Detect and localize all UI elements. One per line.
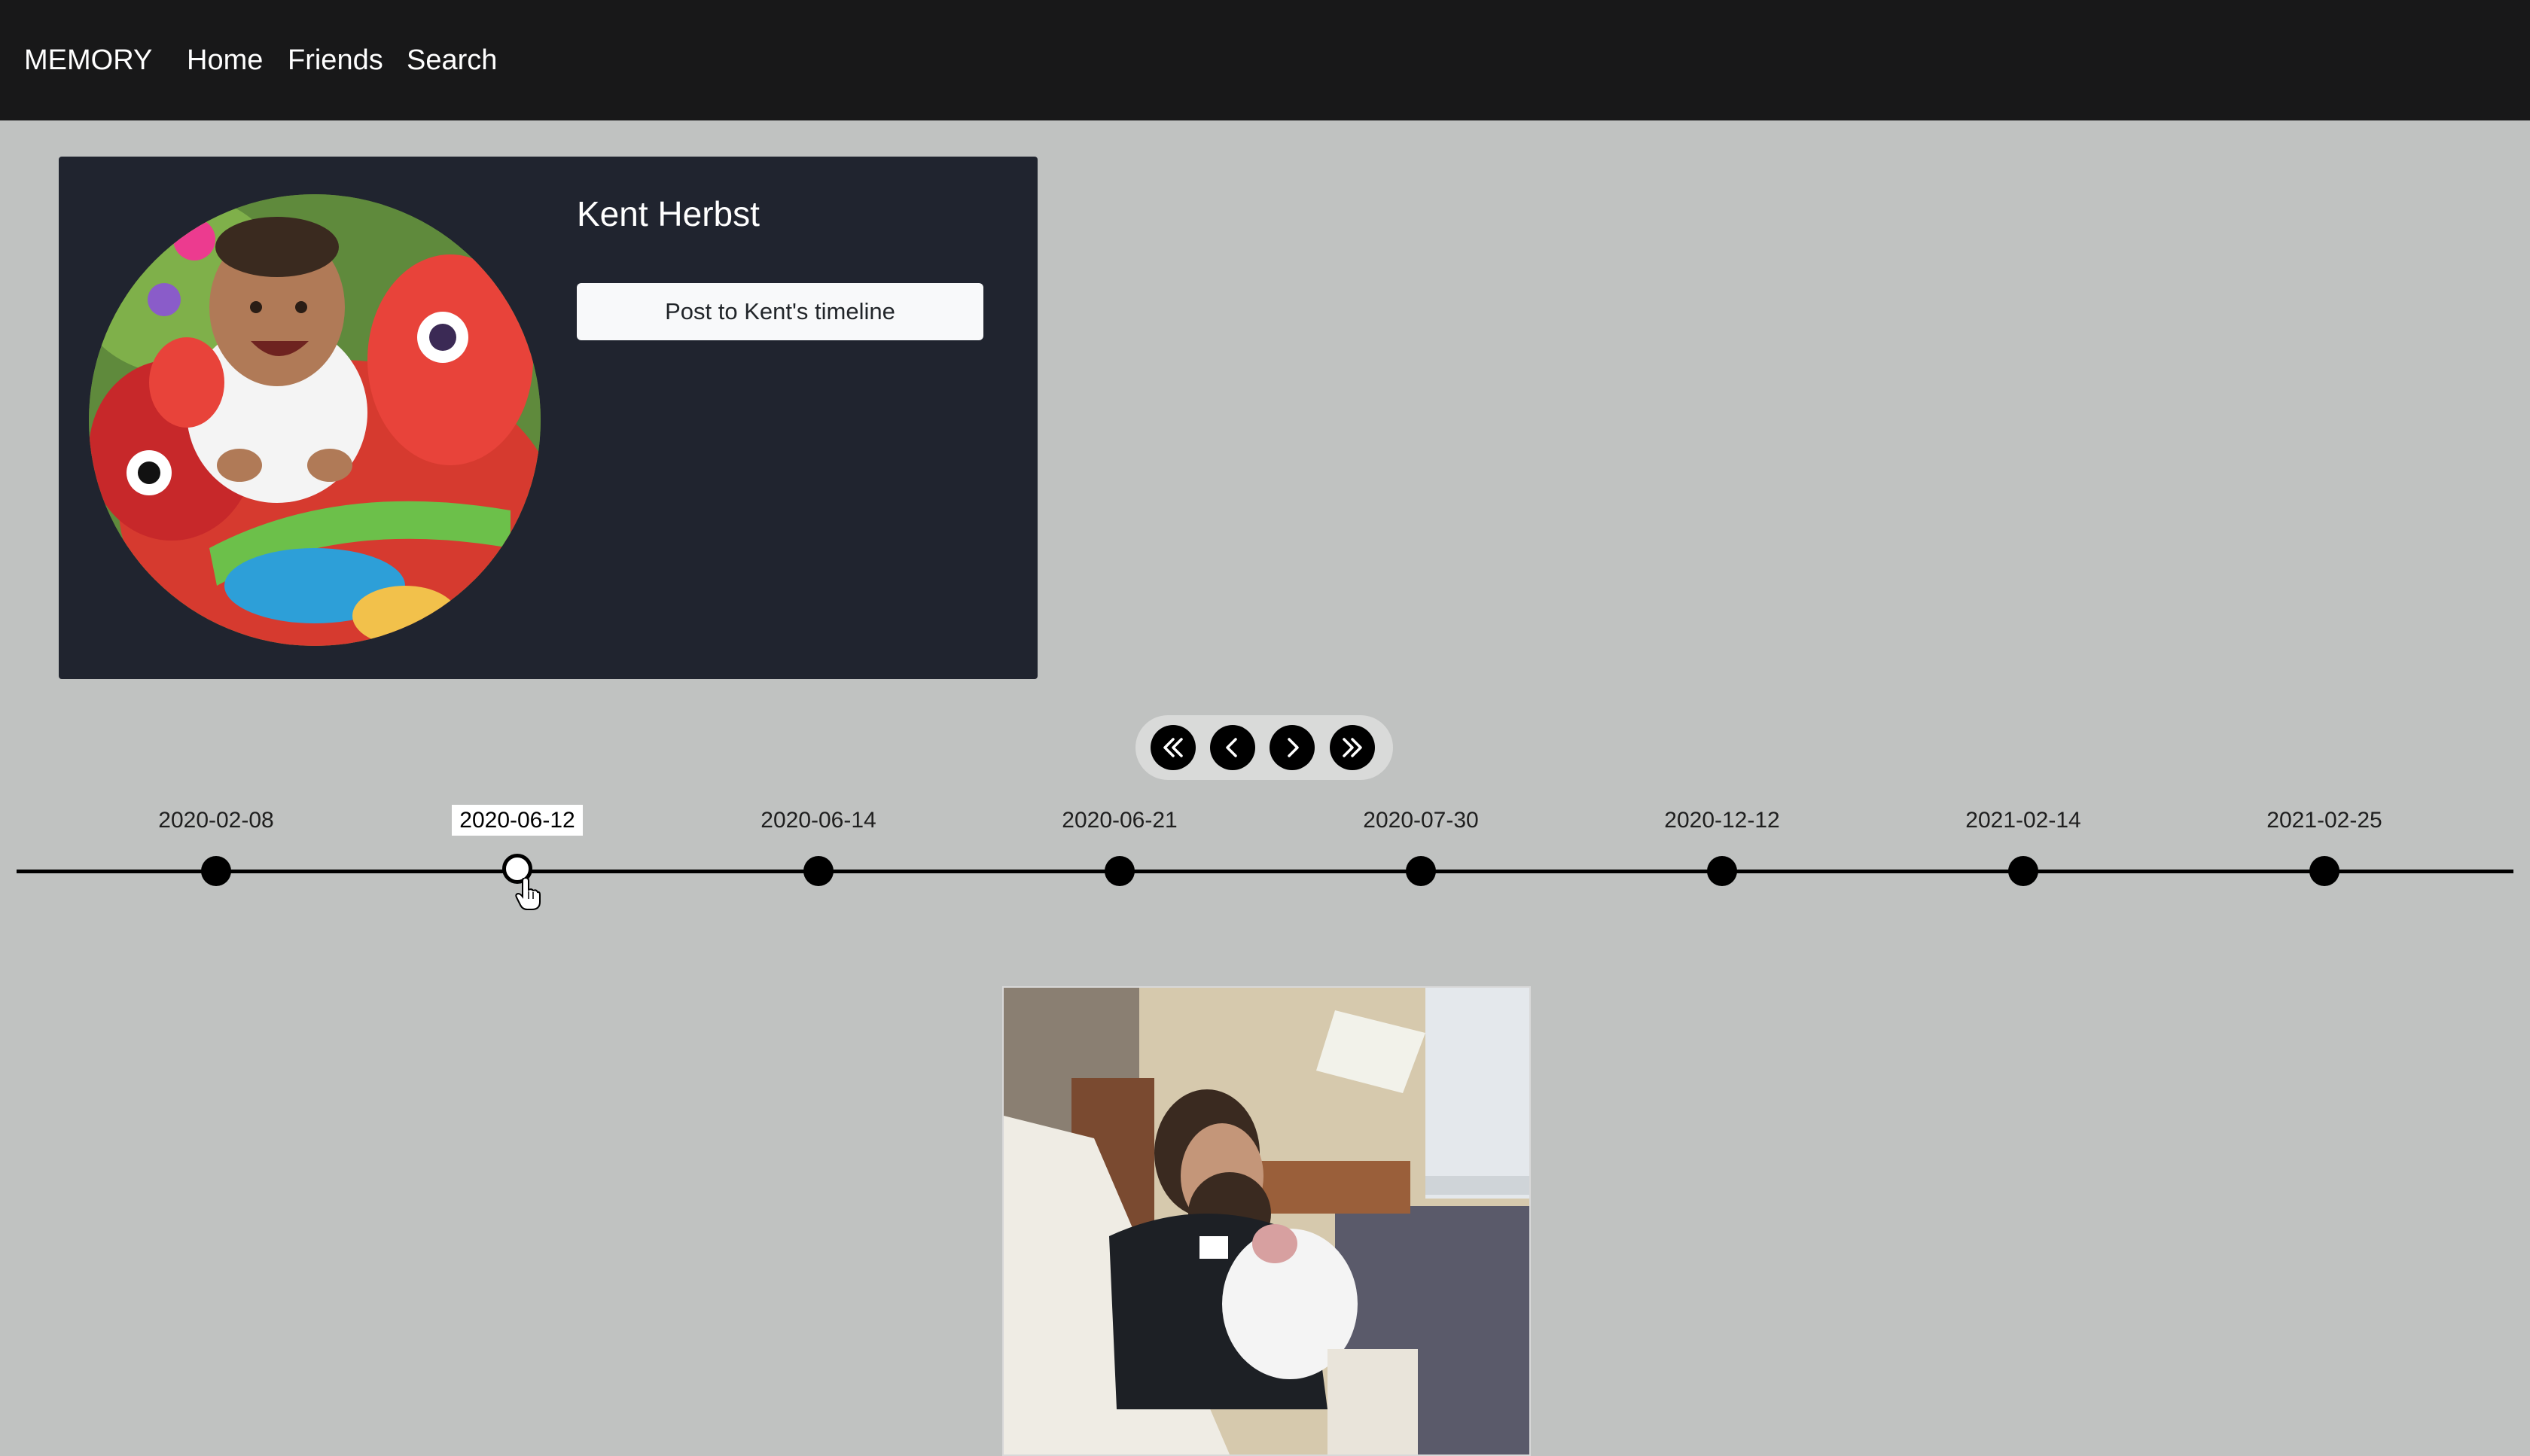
timeline-controls [1135, 715, 1393, 780]
timeline-date-label[interactable]: 2020-12-12 [1647, 803, 1797, 839]
nav-link-friends[interactable]: Friends [288, 41, 383, 79]
timeline-date-label[interactable]: 2021-02-25 [2249, 803, 2400, 839]
brand-logo[interactable]: MEMORY [24, 41, 152, 79]
timeline-dot[interactable] [1707, 856, 1737, 886]
nav-link-home[interactable]: Home [187, 41, 263, 79]
timeline-dot[interactable] [803, 856, 834, 886]
timeline-date-text: 2020-06-14 [761, 808, 876, 833]
chevron-left-icon [1226, 738, 1237, 757]
first-button[interactable] [1151, 725, 1196, 770]
previous-button[interactable] [1210, 725, 1255, 770]
timeline-line [17, 870, 2513, 873]
profile-name: Kent Herbst [577, 194, 760, 233]
timeline-dot[interactable] [1105, 856, 1135, 886]
timeline-post-photo[interactable] [1002, 986, 1531, 1456]
timeline-date-text: 2021-02-25 [2266, 808, 2382, 833]
timeline-dot[interactable] [2309, 856, 2339, 886]
avatar-photo [89, 194, 541, 646]
double-chevron-right-icon [1343, 738, 1362, 757]
last-button[interactable] [1330, 725, 1375, 770]
timeline-date-label-selected[interactable]: 2020-06-12 [442, 803, 593, 839]
timeline-date-text: 2020-12-12 [1664, 808, 1780, 833]
profile-avatar [89, 194, 541, 646]
timeline-date-label[interactable]: 2021-02-14 [1948, 803, 2099, 839]
next-button[interactable] [1270, 725, 1315, 770]
timeline-date-label[interactable]: 2020-06-14 [743, 803, 894, 839]
post-photo-image [1004, 988, 1529, 1454]
timeline-date-text: 2021-02-14 [1965, 808, 2081, 833]
double-chevron-left-icon [1163, 738, 1183, 757]
timeline-date-label[interactable]: 2020-07-30 [1346, 803, 1496, 839]
timeline-date-text: 2020-02-08 [158, 808, 274, 833]
timeline-date-label[interactable]: 2020-02-08 [141, 803, 291, 839]
chevron-right-icon [1288, 738, 1299, 757]
nav-link-search[interactable]: Search [407, 41, 497, 79]
hand-cursor-icon [515, 878, 541, 910]
timeline-date-text: 2020-06-21 [1062, 808, 1178, 833]
post-to-timeline-button[interactable]: Post to Kent's timeline [577, 283, 983, 340]
timeline-date-text: 2020-06-12 [452, 805, 583, 836]
top-navbar: MEMORY Home Friends Search [0, 0, 2530, 120]
timeline-dot[interactable] [201, 856, 231, 886]
timeline-date-text: 2020-07-30 [1363, 808, 1479, 833]
timeline-date-label[interactable]: 2020-06-21 [1044, 803, 1195, 839]
profile-card: Kent Herbst Post to Kent's timeline [59, 157, 1038, 679]
timeline-dot[interactable] [1406, 856, 1436, 886]
timeline-dot[interactable] [2008, 856, 2038, 886]
